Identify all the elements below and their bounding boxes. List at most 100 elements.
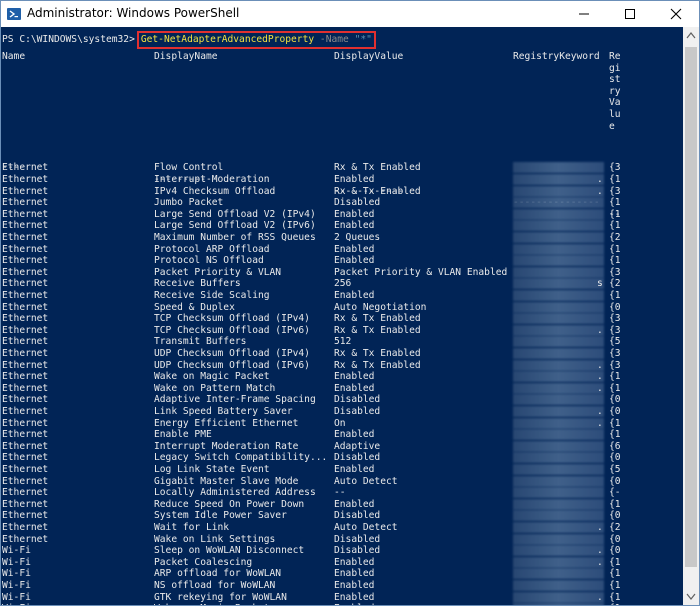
cell-name: Ethernet [2,289,49,301]
cell-name: Ethernet [2,521,49,533]
cell-display-name: NS offload for WoWLAN [154,579,276,591]
cell-registry-value: {5 [609,336,621,348]
cell-display-name: Interrupt Moderation [154,173,270,185]
cell-registry-value: {3 [609,185,621,197]
cell-name: Ethernet [2,173,49,185]
title-bar[interactable]: Administrator: Windows PowerShell [1,1,699,27]
table-row: Ethernet Receive Buffers 256 s {2 [1,278,683,290]
prompt-line: PS C:\WINDOWS\system32> Get-NetAdapterAdv… [2,31,376,49]
close-icon [670,8,682,20]
cell-registry-keyword-tail: . [597,521,603,533]
cell-registry-keyword-redacted [513,162,604,174]
table-row: Ethernet TCP Checksum Offload (IPv4) Rx & … [1,313,683,325]
scrollbar-thumb[interactable] [685,47,697,567]
cell-display-name: System Idle Power Saver [154,510,287,522]
cell-name: Ethernet [2,231,49,243]
close-button[interactable] [653,1,699,27]
maximize-button[interactable] [607,1,653,27]
command-highlight: Get-NetAdapterAdvancedProperty -Name "*" [136,31,376,49]
cell-name: Ethernet [2,208,49,220]
cell-name: Ethernet [2,324,49,336]
cell-registry-keyword-tail: . [597,405,603,417]
cell-registry-value: {1 [609,220,621,232]
cell-display-value: Enabled [334,463,375,475]
vertical-scrollbar[interactable] [683,27,699,605]
cell-display-name: ARP offload for WoWLAN [154,568,282,580]
cell-registry-keyword-redacted [513,301,604,313]
table-row: Ethernet Wake on Link Settings Disabled {0 [1,533,683,546]
cell-name: Ethernet [2,371,49,383]
cell-registry-keyword-tail: . [597,545,603,557]
cell-display-value: Enabled [334,220,375,232]
cell-registry-keyword-tail: . [597,173,603,185]
cell-display-name: Speed & Duplex [154,301,235,313]
minimize-button[interactable] [561,1,607,27]
header-registry-value-part: lu [609,108,621,120]
cell-registry-value: {1 [609,429,621,441]
cell-display-name: Energy Efficient Ethernet [154,417,299,429]
cell-name: Ethernet [2,394,49,406]
chevron-down-icon [686,593,696,600]
header-separator: ---- ----------- ------------ ----------… [1,151,683,219]
cell-display-value: Enabled [334,591,375,603]
cell-name: Wi-Fi [2,556,31,568]
cell-registry-value: {1 [609,255,621,267]
table-row: Ethernet System Idle Power Saver Disabled {… [1,510,683,522]
cell-registry-keyword-tail: . [597,371,603,383]
table-row: Wi-Fi GTK rekeying for WoWLAN Enabled. {1 [1,591,683,604]
cell-registry-value: {1 [609,556,621,568]
table-row: Ethernet Flow Control Rx & Tx Enabled {3 [1,162,683,174]
table-row: Ethernet Packet Priority & VLAN Packet Pri… [1,266,683,279]
cell-registry-keyword-redacted [513,440,604,452]
maximize-icon [625,9,635,19]
cell-display-name: Log Link State Event [154,463,270,475]
cell-registry-value: {1 [609,289,621,301]
cell-display-value: Rx & Tx Enabled [334,324,421,336]
table-row: Ethernet Gigabit Master Slave Mode Auto De… [1,475,683,488]
cell-name: Ethernet [2,533,49,545]
cell-registry-value: {- [609,487,621,499]
scroll-up-button[interactable] [683,27,699,44]
cell-display-value: Enabled [334,255,375,267]
console-output[interactable]: PS C:\WINDOWS\system32> Get-NetAdapterAdv… [1,27,683,605]
table-row: Ethernet Protocol ARP Offload Enabled {1 [1,243,683,256]
cell-registry-value: {1 [609,382,621,394]
table-row: Ethernet Receive Side Scaling Enabled {1 [1,289,683,302]
cell-registry-value: {1 [609,417,621,429]
cell-registry-keyword-redacted [513,556,604,568]
window-title: Administrator: Windows PowerShell [27,6,240,20]
scroll-down-button[interactable] [683,588,699,605]
cell-display-name: Jumbo Packet [154,197,224,209]
cell-display-name: Maximum Number of RSS Queues [154,231,316,243]
cell-name: Ethernet [2,301,49,313]
cell-name: Ethernet [2,475,49,487]
cell-name: Wi-Fi [2,591,31,603]
cell-display-name: Flow Control [154,162,224,174]
cell-name: Ethernet [2,243,49,255]
cell-display-name: GTK rekeying for WoWLAN [154,591,287,603]
cell-registry-keyword-redacted [513,417,604,429]
cell-display-value: Disabled [334,405,381,417]
cell-registry-keyword-redacted [513,324,604,336]
cell-display-value: Auto Negotiation [334,301,427,313]
table-row: Ethernet Maximum Number of RSS Queues 2 Qu… [1,231,683,244]
table-row: Ethernet Reduce Speed On Power Down Enable… [1,498,683,511]
cell-registry-keyword-redacted [513,347,604,359]
table-row: Ethernet Speed & Duplex Auto Negotiation {0 [1,301,683,314]
cell-registry-keyword-redacted [513,220,604,232]
header-registry-value-part: e [609,120,615,132]
table-row: Wi-Fi Wake on Magic Packet Enabled. {1 [1,603,683,605]
header-registry-value-part: st [609,74,621,86]
cell-registry-keyword-redacted [513,208,604,220]
cell-name: Ethernet [2,359,49,371]
cell-registry-keyword-redacted [513,475,604,487]
cell-display-value: On [334,417,346,429]
table-row: Wi-Fi Packet Coalescing Enabled. {1 [1,556,683,569]
cell-display-value: Enabled [334,371,375,383]
header-registry-value: Re gi st ry Va lu e [609,51,621,132]
cell-registry-keyword-redacted [513,579,604,591]
cell-display-value: Disabled [334,545,381,557]
cell-registry-keyword-tail: s [597,278,603,290]
cell-display-name: Wake on Magic Packet [154,603,270,605]
cell-registry-keyword-redacted [513,533,604,545]
